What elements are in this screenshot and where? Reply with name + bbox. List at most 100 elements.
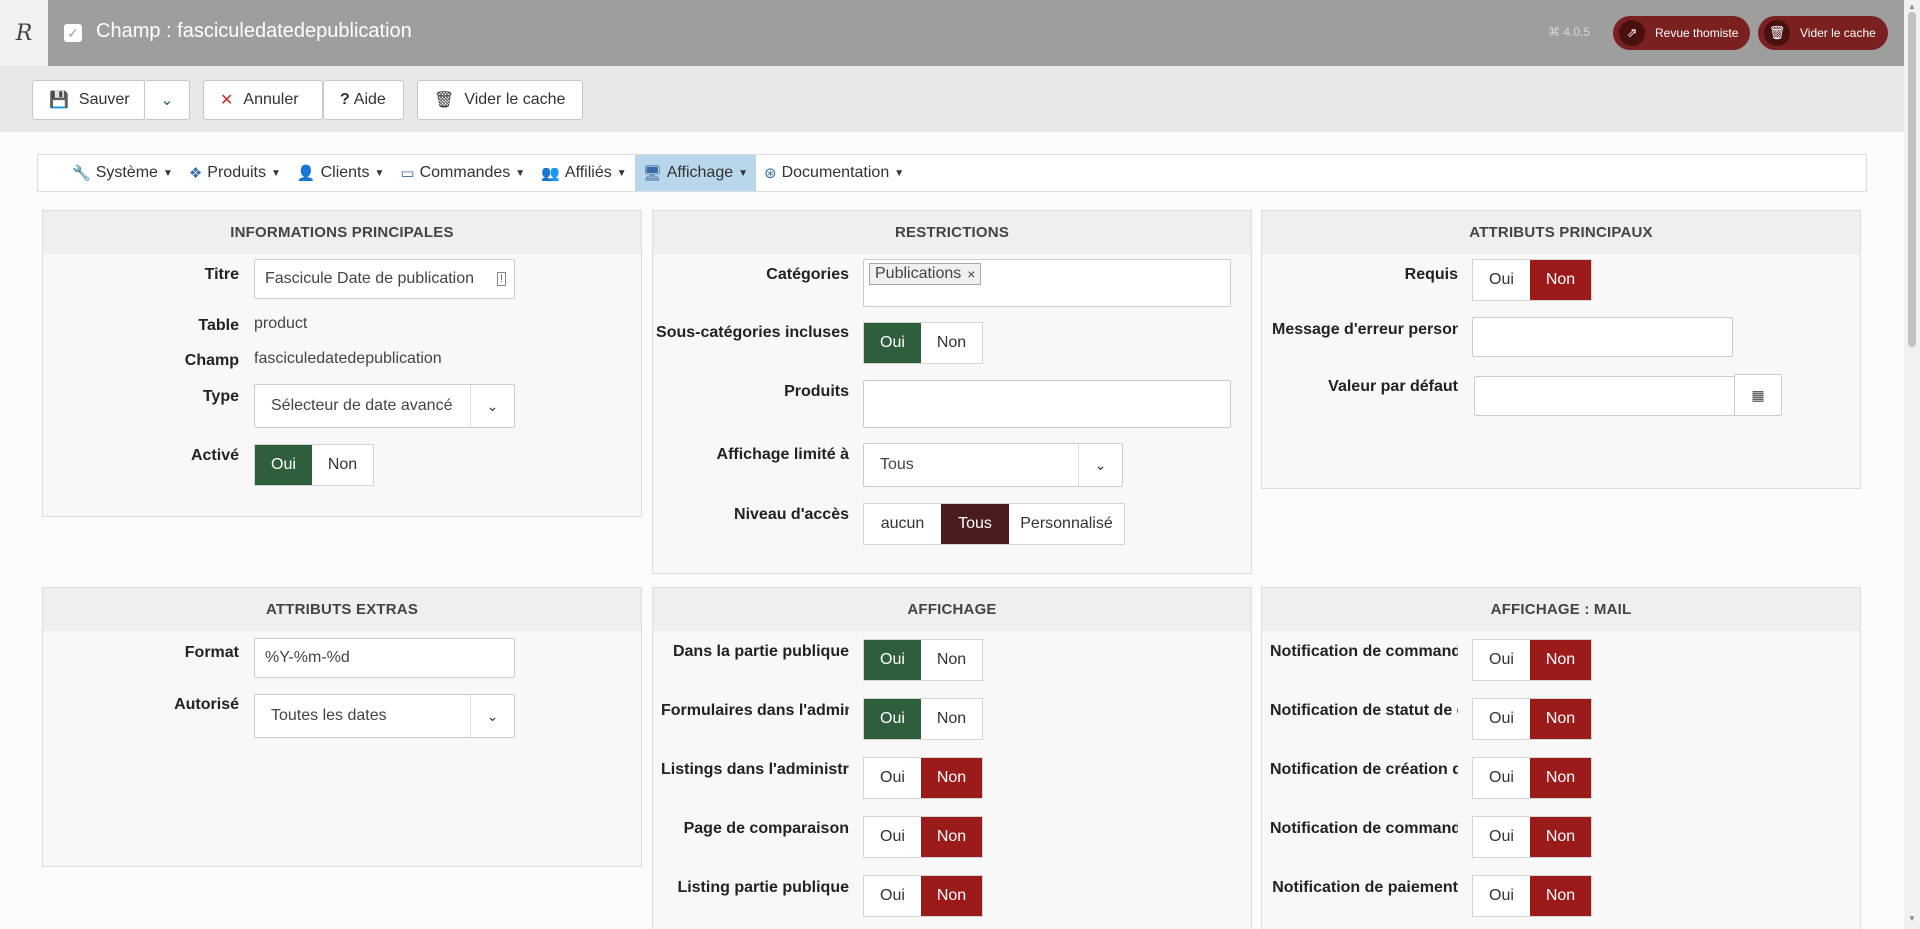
save-dropdown-button[interactable]: ⌄ — [144, 80, 190, 120]
wrench-icon: 🔧 — [72, 165, 91, 182]
display-row-toggle: Oui Non — [863, 875, 983, 917]
mail-row-label: Notification de commande — [1270, 820, 1458, 837]
menu-item-systeme[interactable]: 🔧 Système ▼ — [64, 155, 181, 191]
mail-row-no-option[interactable]: Non — [1530, 876, 1591, 916]
display-row-yes-option[interactable]: Oui — [864, 817, 921, 857]
display-row-no-option[interactable]: Non — [921, 876, 982, 916]
trash-icon: 🗑 — [434, 92, 455, 109]
logo-mark: R — [15, 20, 33, 46]
display-row-yes-option[interactable]: Oui — [864, 640, 921, 680]
mail-row-no-option[interactable]: Non — [1530, 640, 1591, 680]
required-label: Requis — [1404, 266, 1458, 283]
active-yes-option[interactable]: Oui — [255, 445, 312, 485]
display-row-no-option[interactable]: Non — [921, 758, 982, 798]
menu-item-produits[interactable]: ❖ Produits ▼ — [181, 155, 289, 191]
header-bar: R ✓ Champ : fasciculedatedepublication ⌘… — [0, 0, 1904, 66]
format-input[interactable]: %Y-%m-%d — [254, 638, 515, 678]
panel-title: ATTRIBUTS PRINCIPAUX — [1262, 211, 1860, 254]
menu-item-commandes[interactable]: ▭ Commandes ▼ — [392, 155, 533, 191]
header-clear-cache-button[interactable]: 🗑 Vider le cache — [1758, 16, 1888, 50]
type-select[interactable]: Sélecteur de date avancé ⌄ — [254, 384, 515, 428]
champ-label: Champ — [184, 352, 239, 369]
active-label: Activé — [190, 447, 239, 464]
allowed-select[interactable]: Toutes les dates ⌄ — [254, 694, 515, 738]
mail-row-yes-option[interactable]: Oui — [1473, 817, 1530, 857]
display-row-yes-option[interactable]: Oui — [864, 876, 921, 916]
version-label: ⌘ 4.0.5 — [1548, 25, 1591, 39]
active-no-option[interactable]: Non — [312, 445, 373, 485]
access-option-none[interactable]: aucun — [864, 504, 941, 544]
caret-down-icon: ▼ — [271, 167, 281, 179]
calendar-button[interactable]: ▦ — [1734, 374, 1782, 416]
display-row-toggle: Oui Non — [863, 639, 983, 681]
help-button[interactable]: ? Aide — [323, 80, 404, 120]
display-row-no-option[interactable]: Non — [921, 699, 982, 739]
menu-item-clients[interactable]: 👤 Clients ▼ — [289, 155, 393, 191]
menu-label: Affichage — [666, 164, 734, 181]
caret-down-icon: ▼ — [894, 167, 905, 179]
table-value: product — [254, 315, 308, 332]
mail-row-label: Notification de commande — [1270, 643, 1458, 660]
categories-label: Catégories — [766, 266, 849, 283]
menu-label: Affiliés — [564, 164, 612, 181]
display-row-no-option[interactable]: Non — [921, 640, 982, 680]
caret-down-icon: ▼ — [374, 167, 385, 179]
mail-row-yes-option[interactable]: Oui — [1473, 640, 1530, 680]
menu-item-documentation[interactable]: ⊛ Documentation ▼ — [756, 155, 912, 191]
panel-title: INFORMATIONS PRINCIPALES — [43, 211, 641, 254]
required-yes-option[interactable]: Oui — [1473, 260, 1530, 300]
products-input[interactable] — [863, 380, 1231, 428]
menu-item-affilies[interactable]: 👥 Affiliés ▼ — [533, 155, 634, 191]
display-row-yes-option[interactable]: Oui — [864, 699, 921, 739]
mail-row-no-option[interactable]: Non — [1530, 699, 1591, 739]
question-icon: ? — [340, 91, 350, 108]
page-scrollbar[interactable]: ▲ ▼ — [1904, 0, 1920, 929]
clear-cache-button[interactable]: 🗑 Vider le cache — [417, 80, 583, 120]
display-row-label: Dans la partie publique — [672, 643, 849, 660]
mail-row-yes-option[interactable]: Oui — [1473, 876, 1530, 916]
mail-row-no-option[interactable]: Non — [1530, 817, 1591, 857]
type-label: Type — [202, 388, 239, 405]
default-value-input[interactable] — [1474, 376, 1736, 416]
access-option-custom[interactable]: Personnalisé — [1009, 504, 1124, 544]
cancel-button[interactable]: ✕ Annuler — [203, 80, 323, 120]
limited-select[interactable]: Tous ⌄ — [863, 443, 1123, 487]
error-message-input[interactable] — [1472, 317, 1733, 357]
panel-title: RESTRICTIONS — [653, 211, 1251, 254]
scroll-up-icon[interactable]: ▲ — [1908, 2, 1916, 11]
scroll-down-icon[interactable]: ▼ — [1908, 914, 1916, 923]
floppy-disk-icon: 💾 — [49, 92, 69, 109]
chevron-down-icon: ⌄ — [470, 695, 514, 737]
text-field-icon: ! — [496, 272, 506, 286]
required-toggle: Oui Non — [1472, 259, 1592, 301]
scroll-thumb[interactable] — [1908, 12, 1916, 347]
mail-row-yes-option[interactable]: Oui — [1473, 699, 1530, 739]
cubes-icon: ❖ — [188, 165, 203, 182]
life-ring-icon: ⊛ — [764, 165, 777, 182]
mail-row-no-option[interactable]: Non — [1530, 758, 1591, 798]
panel-display-mail: AFFICHAGE : MAIL Notification de command… — [1261, 587, 1861, 929]
cancel-label: Annuler — [243, 91, 299, 108]
subcat-yes-option[interactable]: Oui — [864, 323, 921, 363]
access-toggle: aucun Tous Personnalisé — [863, 503, 1125, 545]
caret-down-icon: ▼ — [616, 167, 627, 179]
menu-item-affichage[interactable]: 🖥 Affichage ▼ — [634, 155, 757, 191]
save-button[interactable]: 💾 Sauver — [32, 80, 145, 120]
titre-label: Titre — [204, 266, 239, 283]
display-row-no-option[interactable]: Non — [921, 817, 982, 857]
subcat-toggle: Oui Non — [863, 322, 983, 364]
error-message-label: Message d'erreur personnalisé — [1272, 321, 1458, 338]
mail-row-toggle: Oui Non — [1472, 816, 1592, 858]
limited-value: Tous — [880, 456, 914, 473]
titre-input[interactable]: Fascicule Date de publication ! — [254, 259, 515, 299]
revue-thomiste-button[interactable]: ⇗ Revue thomiste — [1613, 16, 1751, 50]
app-logo[interactable]: R — [0, 0, 48, 66]
header-clear-cache-label: Vider le cache — [1800, 26, 1876, 40]
remove-tag-icon[interactable]: × — [967, 266, 975, 282]
required-no-option[interactable]: Non — [1530, 260, 1591, 300]
display-row-yes-option[interactable]: Oui — [864, 758, 921, 798]
access-option-all[interactable]: Tous — [941, 504, 1009, 544]
subcat-no-option[interactable]: Non — [921, 323, 982, 363]
products-label: Produits — [784, 383, 849, 400]
mail-row-yes-option[interactable]: Oui — [1473, 758, 1530, 798]
